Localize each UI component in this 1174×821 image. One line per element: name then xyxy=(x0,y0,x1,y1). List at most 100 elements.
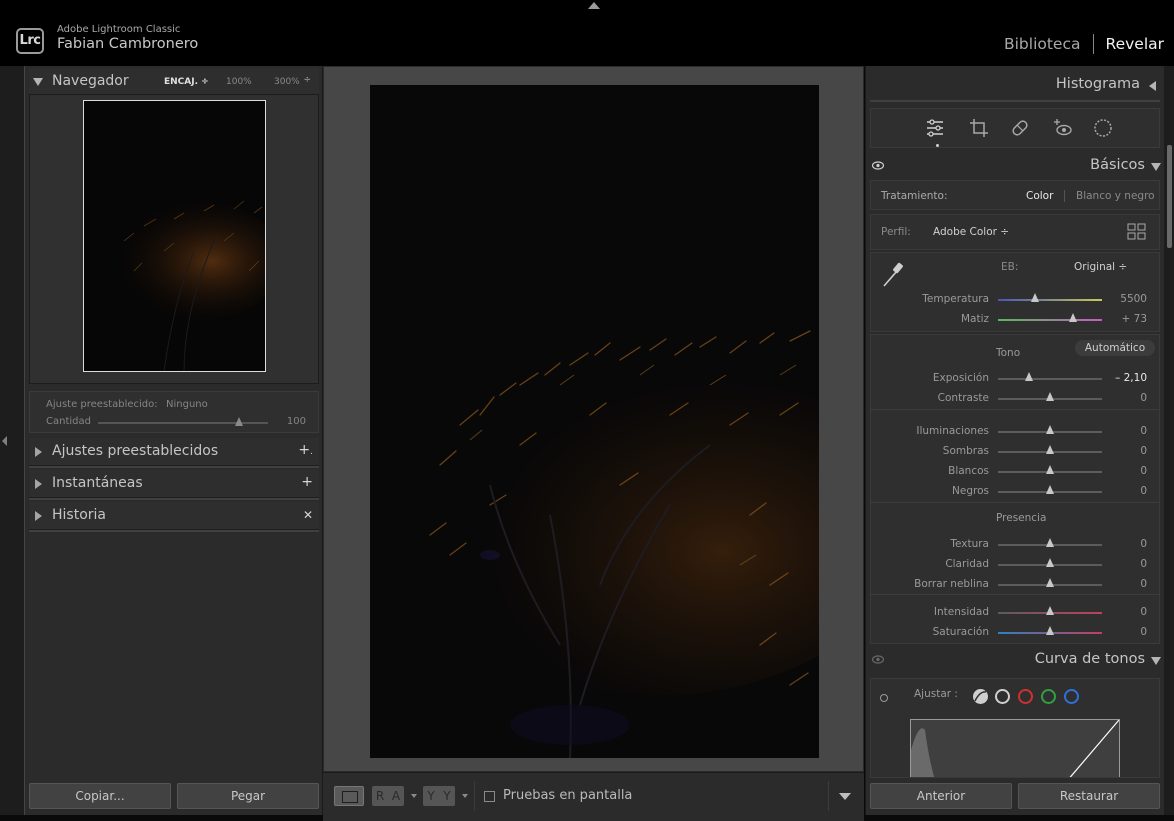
toolbar-menu-icon[interactable] xyxy=(839,793,851,800)
clear-history-icon[interactable]: ✕ xyxy=(303,508,313,522)
green-channel-icon[interactable] xyxy=(1041,689,1056,704)
presets-header[interactable]: Ajustes preestablecidos +. xyxy=(29,438,319,466)
basics-header[interactable]: Básicos xyxy=(866,152,1165,180)
slider-thumb[interactable] xyxy=(1046,626,1054,635)
treatment-row: Tratamiento: Color Blanco y negro xyxy=(870,180,1160,210)
preset-value[interactable]: Ninguno xyxy=(166,399,208,410)
blue-channel-icon[interactable] xyxy=(1064,689,1079,704)
expand-triangle-icon[interactable] xyxy=(35,447,42,457)
slider-thumb[interactable] xyxy=(1046,392,1054,401)
slider-thumb[interactable] xyxy=(1046,578,1054,587)
collapse-triangle-icon[interactable] xyxy=(1151,657,1161,665)
redeye-icon[interactable] xyxy=(1052,117,1074,139)
softproof-label[interactable]: Pruebas en pantalla xyxy=(503,788,632,803)
slider-value[interactable]: 0 xyxy=(1107,392,1147,404)
slider-thumb[interactable] xyxy=(1046,558,1054,567)
wb-select[interactable]: Original ÷ xyxy=(1074,261,1127,273)
slider-value[interactable]: 0 xyxy=(1107,606,1147,618)
target-adjust-icon[interactable] xyxy=(880,694,888,702)
eye-icon[interactable] xyxy=(872,655,884,664)
sliders-icon[interactable] xyxy=(924,117,946,139)
temperature-value[interactable]: 5500 xyxy=(1107,293,1147,305)
slider-value[interactable]: 0 xyxy=(1107,425,1147,437)
softproof-checkbox[interactable] xyxy=(484,791,495,802)
amount-slider-thumb[interactable] xyxy=(235,417,244,426)
collapse-triangle-icon[interactable] xyxy=(1151,163,1161,171)
tint-slider-thumb[interactable] xyxy=(1068,313,1077,322)
parametric-curve-icon[interactable] xyxy=(972,688,989,705)
divider xyxy=(870,594,1160,595)
chevron-down-icon[interactable] xyxy=(411,794,417,798)
red-channel-icon[interactable] xyxy=(1018,689,1033,704)
tint-slider-track[interactable] xyxy=(998,319,1102,321)
collapse-triangle-icon[interactable] xyxy=(33,78,43,86)
chevron-down-icon[interactable] xyxy=(462,794,468,798)
expand-left-icon[interactable] xyxy=(2,436,7,446)
profile-select[interactable]: Adobe Color ÷ xyxy=(933,226,1009,238)
wb-label: EB: xyxy=(1001,261,1019,273)
temperature-slider-thumb[interactable] xyxy=(1031,293,1040,302)
slider-value[interactable]: 0 xyxy=(1107,485,1147,497)
history-header[interactable]: Historia ✕ xyxy=(29,502,319,530)
slider-thumb[interactable] xyxy=(1046,465,1054,474)
tint-value[interactable]: + 73 xyxy=(1107,313,1148,325)
slider-value[interactable]: 0 xyxy=(1107,558,1147,570)
expand-triangle-icon[interactable] xyxy=(35,479,42,489)
paste-button[interactable]: Pegar xyxy=(177,783,319,809)
zoom-stepper-icon[interactable]: ÷ xyxy=(303,75,311,85)
temperature-slider-track[interactable] xyxy=(998,299,1102,301)
eye-icon[interactable] xyxy=(872,161,884,170)
image-view xyxy=(323,66,864,772)
amount-label: Cantidad xyxy=(46,416,91,427)
slider-label: Exposición xyxy=(932,372,989,384)
slider-thumb[interactable] xyxy=(1046,485,1054,494)
copy-button[interactable]: Copiar... xyxy=(29,783,171,809)
expand-triangle-icon[interactable] xyxy=(1149,81,1156,91)
eyedropper-icon[interactable] xyxy=(881,259,907,289)
loupe-view-button[interactable] xyxy=(334,786,364,806)
main-photo[interactable] xyxy=(370,85,819,758)
module-develop[interactable]: Revelar xyxy=(1106,35,1165,53)
zoom-100[interactable]: 100% xyxy=(226,77,274,87)
healing-icon[interactable] xyxy=(1009,117,1031,139)
snapshots-header[interactable]: Instantáneas + xyxy=(29,470,319,498)
add-preset-icon[interactable]: +. xyxy=(298,442,313,458)
tone-curve-header[interactable]: Curva de tonos xyxy=(866,646,1165,674)
point-curve-white-icon[interactable] xyxy=(995,689,1010,704)
scrollbar-thumb[interactable] xyxy=(1167,145,1172,248)
slider-thumb[interactable] xyxy=(1046,445,1054,454)
top-bar: Lrc Adobe Lightroom Classic Fabian Cambr… xyxy=(0,0,1174,66)
expand-triangle-icon[interactable] xyxy=(35,511,42,521)
treatment-bw[interactable]: Blanco y negro xyxy=(1076,190,1155,202)
slider-thumb[interactable] xyxy=(1046,538,1054,547)
slider-value[interactable]: – 2,10 xyxy=(1107,372,1147,384)
slider-value[interactable]: 0 xyxy=(1107,538,1147,550)
navigator-header[interactable]: Navegador ENCAJ. ÷ 100% 300% ÷ xyxy=(29,68,319,96)
slider-track[interactable] xyxy=(998,378,1102,380)
slider-value[interactable]: 0 xyxy=(1107,578,1147,590)
tone-curve-graph[interactable] xyxy=(910,719,1120,777)
collapse-top-icon[interactable] xyxy=(588,2,600,9)
navigator-thumbnail[interactable] xyxy=(83,100,266,372)
profile-label: Perfil: xyxy=(881,226,911,238)
masking-icon[interactable] xyxy=(1092,117,1114,139)
previous-button[interactable]: Anterior xyxy=(870,783,1012,809)
add-snapshot-icon[interactable]: + xyxy=(301,474,313,490)
reset-button[interactable]: Restaurar xyxy=(1018,783,1160,809)
histogram-header[interactable]: Histograma xyxy=(870,70,1160,98)
profile-browser-icon[interactable] xyxy=(1127,223,1147,241)
before-after-swap[interactable]: YY xyxy=(423,786,455,806)
slider-value[interactable]: 0 xyxy=(1107,445,1147,457)
before-after-toggle[interactable]: RA xyxy=(372,786,404,806)
slider-value[interactable]: 0 xyxy=(1107,465,1147,477)
slider-thumb[interactable] xyxy=(1025,372,1034,381)
auto-button[interactable]: Automático xyxy=(1075,340,1155,356)
crop-icon[interactable] xyxy=(968,117,990,139)
slider-thumb[interactable] xyxy=(1046,425,1054,434)
slider-thumb[interactable] xyxy=(1046,606,1054,615)
slider-value[interactable]: 0 xyxy=(1107,626,1147,638)
zoom-fit[interactable]: ENCAJ. ÷ xyxy=(164,77,226,87)
treatment-color[interactable]: Color xyxy=(1026,190,1053,202)
module-library[interactable]: Biblioteca xyxy=(1004,35,1081,53)
right-panel-scrollbar[interactable] xyxy=(1164,66,1174,815)
